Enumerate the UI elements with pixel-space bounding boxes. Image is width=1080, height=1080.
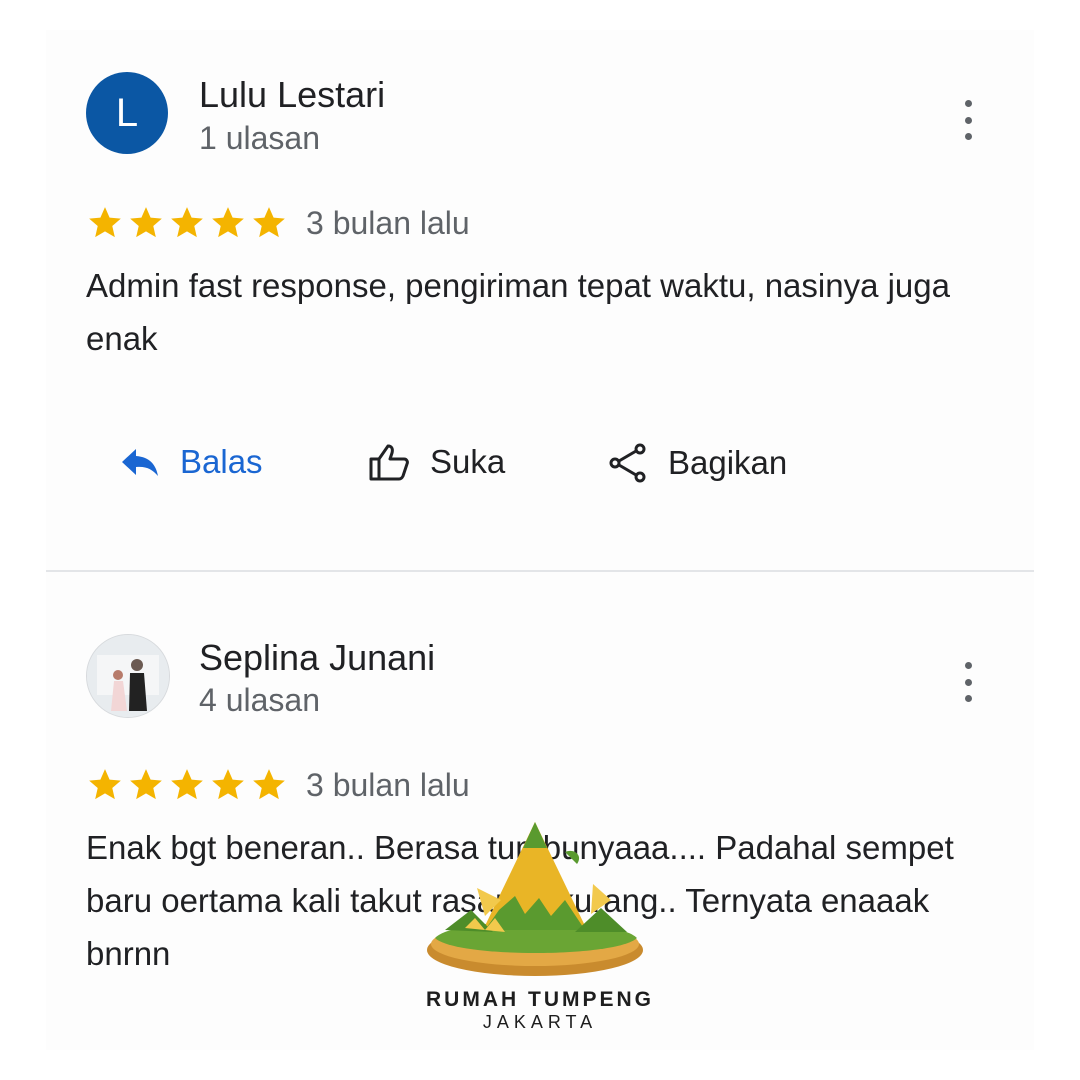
review-count: 4 ulasan [199,682,320,718]
review-count: 1 ulasan [199,120,320,156]
review-text: Admin fast response, pengiriman tepat wa… [86,267,950,357]
star-icon [171,207,203,238]
reply-label: Balas [180,443,263,480]
reviewer-name[interactable]: Seplina Junani [199,637,435,679]
logo-subtitle: JAKARTA [482,1012,598,1032]
like-button[interactable]: Suka [368,443,505,481]
thumbs-up-icon [369,444,409,481]
avatar-letter: L [115,90,139,135]
more-options-icon[interactable] [962,662,974,702]
star-icon [212,769,244,800]
avatar[interactable] [86,634,170,718]
share-icon [609,443,646,483]
star-icon [89,207,121,238]
profile-photo-icon [87,635,169,717]
more-options-icon[interactable] [962,100,974,140]
star-icon [130,769,162,800]
logo-title: RUMAH TUMPENG [426,988,654,1011]
review-date: 3 bulan lalu [306,767,470,803]
tumpeng-logo-icon [427,822,643,976]
reviewer-name[interactable]: Lulu Lestari [199,74,385,116]
star-icon [253,769,285,800]
star-icon [253,207,285,238]
reply-button[interactable]: Balas [120,443,263,481]
review-divider [46,570,1034,572]
share-label: Bagikan [668,444,788,481]
like-label: Suka [430,443,506,480]
review-date: 3 bulan lalu [306,205,470,241]
rumah-tumpeng-logo: RUMAH TUMPENG JAKARTA [415,818,665,1048]
star-icon [130,207,162,238]
share-button[interactable]: Bagikan [608,443,787,483]
reply-arrow-icon [122,449,158,476]
star-rating [86,766,288,804]
star-icon [212,207,244,238]
star-icon [171,769,203,800]
star-icon [89,769,121,800]
avatar[interactable]: L [86,72,168,154]
star-rating [86,204,288,242]
